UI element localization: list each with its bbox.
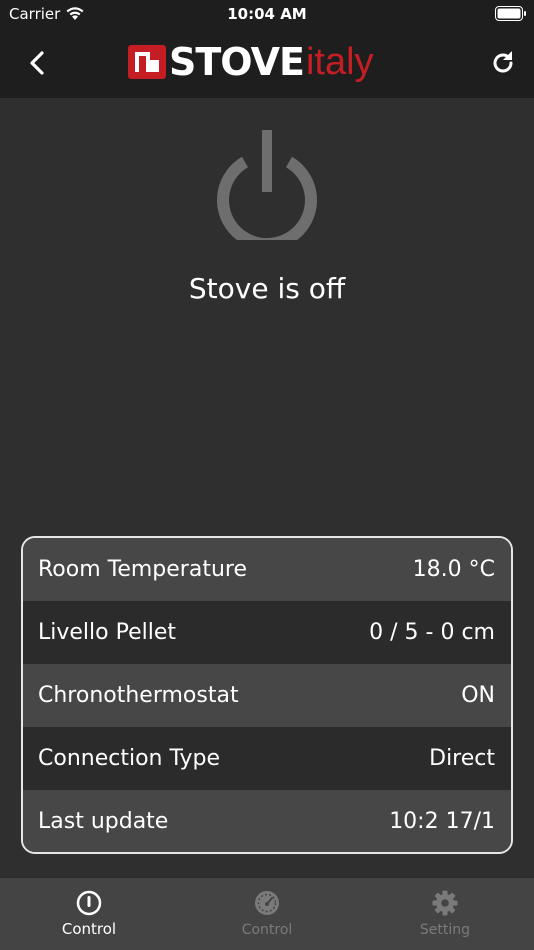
refresh-icon <box>493 51 513 73</box>
tab-label: Control <box>61 920 117 938</box>
info-card: Room Temperature 18.0 °C Livello Pellet … <box>21 536 513 854</box>
tab-label: Setting <box>419 922 471 938</box>
gear-icon <box>432 890 458 916</box>
tab-bar: Control Control Setting <box>0 878 534 950</box>
tab-control-gauge[interactable]: Control <box>178 878 356 950</box>
nav-bar: STOVE italy <box>0 28 534 98</box>
info-value: 10:2 17/1 <box>389 809 495 834</box>
power-circle-icon <box>76 890 102 916</box>
brand-logo: STOVE italy <box>128 40 374 84</box>
info-row-chronothermostat: Chronothermostat ON <box>23 664 511 727</box>
info-value: 18.0 °C <box>412 557 495 582</box>
status-bar: Carrier 10:04 AM <box>0 0 534 28</box>
logo-mark-icon <box>128 45 166 79</box>
power-icon <box>217 130 317 240</box>
info-label: Connection Type <box>38 746 221 771</box>
info-label: Chronothermostat <box>38 683 239 708</box>
refresh-button[interactable] <box>489 49 517 77</box>
chevron-left-icon <box>30 51 44 75</box>
info-label: Last update <box>38 809 169 834</box>
info-row-room-temperature: Room Temperature 18.0 °C <box>23 538 511 601</box>
clock: 10:04 AM <box>227 5 307 23</box>
info-value: 0 / 5 - 0 cm <box>369 620 495 645</box>
logo-brand-text: STOVE <box>169 40 305 84</box>
tab-control[interactable]: Control <box>0 878 178 950</box>
logo-suffix-text: italy <box>305 41 374 83</box>
tab-setting[interactable]: Setting <box>356 878 534 950</box>
info-label: Livello Pellet <box>38 620 177 645</box>
back-button[interactable] <box>24 46 52 80</box>
info-value: ON <box>461 683 495 708</box>
info-label: Room Temperature <box>38 557 247 582</box>
info-row-pellet-level: Livello Pellet 0 / 5 - 0 cm <box>23 601 511 664</box>
tab-label: Control <box>241 922 293 938</box>
gauge-icon <box>255 891 279 915</box>
info-value: Direct <box>429 746 495 771</box>
stove-status-text: Stove is off <box>188 272 346 305</box>
info-row-connection-type: Connection Type Direct <box>23 727 511 790</box>
battery-icon <box>495 6 526 21</box>
power-button[interactable] <box>215 128 319 240</box>
info-row-last-update: Last update 10:2 17/1 <box>23 790 511 852</box>
